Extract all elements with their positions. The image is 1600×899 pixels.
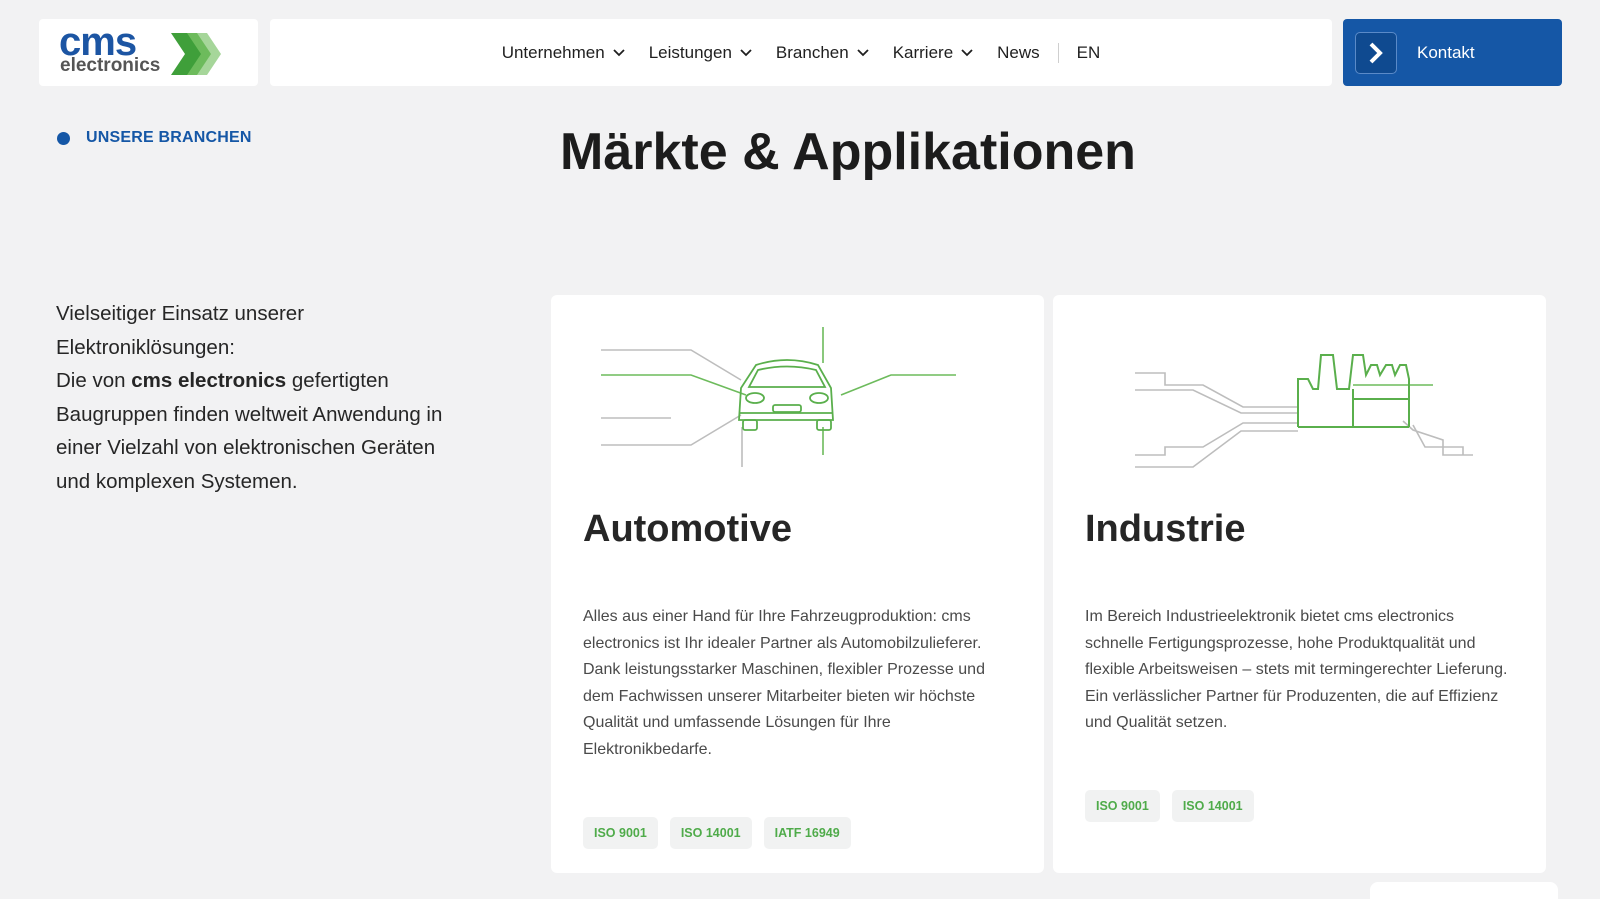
nav-branchen[interactable]: Branchen xyxy=(764,43,881,63)
eyebrow-label: UNSERE BRANCHEN xyxy=(86,129,252,146)
nav-unternehmen[interactable]: Unternehmen xyxy=(490,43,637,63)
badge-iso-14001: ISO 14001 xyxy=(669,817,752,849)
badge-iatf-16949: IATF 16949 xyxy=(763,817,851,849)
logo-link[interactable]: cms electronics xyxy=(39,19,258,86)
certification-badges: ISO 9001 ISO 14001 IATF 16949 xyxy=(583,817,851,849)
chevron-right-icon xyxy=(1355,31,1397,74)
intro-bold: cms electronics xyxy=(131,369,287,392)
chevron-down-icon xyxy=(613,48,625,56)
contact-button[interactable]: Kontakt xyxy=(1343,19,1562,86)
car-icon xyxy=(601,327,956,467)
main-navigation: Unternehmen Leistungen Branchen Karriere… xyxy=(270,19,1332,86)
language-label: EN xyxy=(1076,42,1101,62)
nav-divider xyxy=(1057,42,1059,63)
intro-line1: Vielseitiger Einsatz unserer Elektronikl… xyxy=(56,302,305,359)
card-description: Im Bereich Industrieelektronik bietet cm… xyxy=(1085,608,1508,732)
card-title: Automotive xyxy=(583,508,792,550)
section-eyebrow: UNSERE BRANCHEN xyxy=(57,129,252,147)
nav-leistungen[interactable]: Leistungen xyxy=(637,43,764,63)
cms-electronics-logo: cms electronics xyxy=(59,22,221,78)
badge-iso-14001: ISO 14001 xyxy=(1171,790,1254,822)
nav-label: Branchen xyxy=(775,42,849,62)
language-switch[interactable]: EN xyxy=(1065,43,1113,63)
intro-pre: Die von xyxy=(56,369,132,392)
nav-karriere[interactable]: Karriere xyxy=(881,43,985,63)
bullet-dot-icon xyxy=(57,131,70,145)
nav-label: Unternehmen xyxy=(501,42,605,62)
badge-iso-9001: ISO 9001 xyxy=(1085,790,1160,822)
page-title: Märkte & Applikationen xyxy=(560,123,1136,181)
certification-badges: ISO 9001 ISO 14001 xyxy=(1085,790,1254,822)
nav-label: Leistungen xyxy=(648,42,732,62)
industry-card-industrie[interactable]: Industrie Im Bereich Industrieelektronik… xyxy=(1053,295,1546,873)
logo-secondary-text: electronics xyxy=(60,54,161,76)
chevron-down-icon xyxy=(740,48,752,56)
card-title: Industrie xyxy=(1085,508,1246,550)
contact-label: Kontakt xyxy=(1417,42,1475,62)
logo-chevron-icon xyxy=(171,32,221,75)
badge-iso-9001: ISO 9001 xyxy=(583,817,658,849)
card-description: Alles aus einer Hand für Ihre Fahrzeugpr… xyxy=(583,608,985,758)
nav-label: Karriere xyxy=(892,42,954,62)
nav-label: News xyxy=(997,42,1040,62)
industry-card-automotive[interactable]: Automotive Alles aus einer Hand für Ihre… xyxy=(551,295,1044,873)
factory-icon xyxy=(1135,354,1473,468)
intro-text: Vielseitiger Einsatz unserer Elektronikl… xyxy=(56,297,456,498)
nav-news[interactable]: News xyxy=(985,43,1052,63)
floating-widget[interactable] xyxy=(1370,882,1558,899)
chevron-down-icon xyxy=(961,48,973,56)
chevron-down-icon xyxy=(857,48,869,56)
